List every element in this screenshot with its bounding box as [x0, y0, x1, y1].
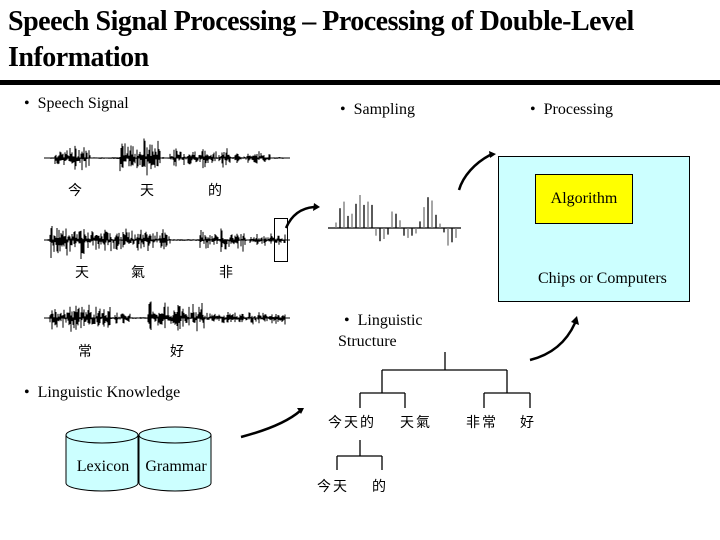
sampled-signal — [328, 195, 461, 246]
arrow-knowledge-to-structure — [240, 410, 301, 439]
waveform-3 — [47, 301, 286, 332]
wave3-char: 好 — [170, 344, 184, 360]
arrow-to-sampling — [284, 205, 315, 229]
tree-node: 的 — [372, 479, 386, 495]
tree-node: 今天 — [317, 479, 349, 495]
grammar-label: Grammar — [145, 458, 207, 475]
waveform-1 — [47, 138, 286, 176]
tree-node: 今天的 — [328, 415, 376, 431]
arrowhead — [489, 151, 496, 158]
waveform-2 — [47, 225, 286, 260]
wave3-char: 常 — [78, 344, 92, 360]
arrow-structure-to-processing — [529, 322, 577, 362]
wave1-char: 的 — [208, 183, 222, 199]
wave1-char: 天 — [140, 183, 154, 199]
arrowhead — [313, 203, 320, 211]
tree-node: 天氣 — [400, 415, 432, 431]
lexicon-label: Lexicon — [76, 458, 130, 475]
wave2-char: 氣 — [131, 265, 145, 281]
algorithm-box: Algorithm — [535, 174, 633, 224]
chips-label: Chips or Computers — [538, 270, 667, 287]
parse-tree-lines — [336, 352, 531, 470]
arrow-to-processing — [457, 153, 491, 191]
wave2-char: 非 — [219, 265, 233, 281]
wave2-char: 天 — [75, 265, 89, 281]
tree-node: 非常 — [466, 415, 498, 431]
tree-node: 好 — [520, 415, 534, 431]
waveforms — [44, 138, 290, 332]
sample-window-box — [274, 218, 288, 262]
wave1-char: 今 — [68, 183, 82, 199]
